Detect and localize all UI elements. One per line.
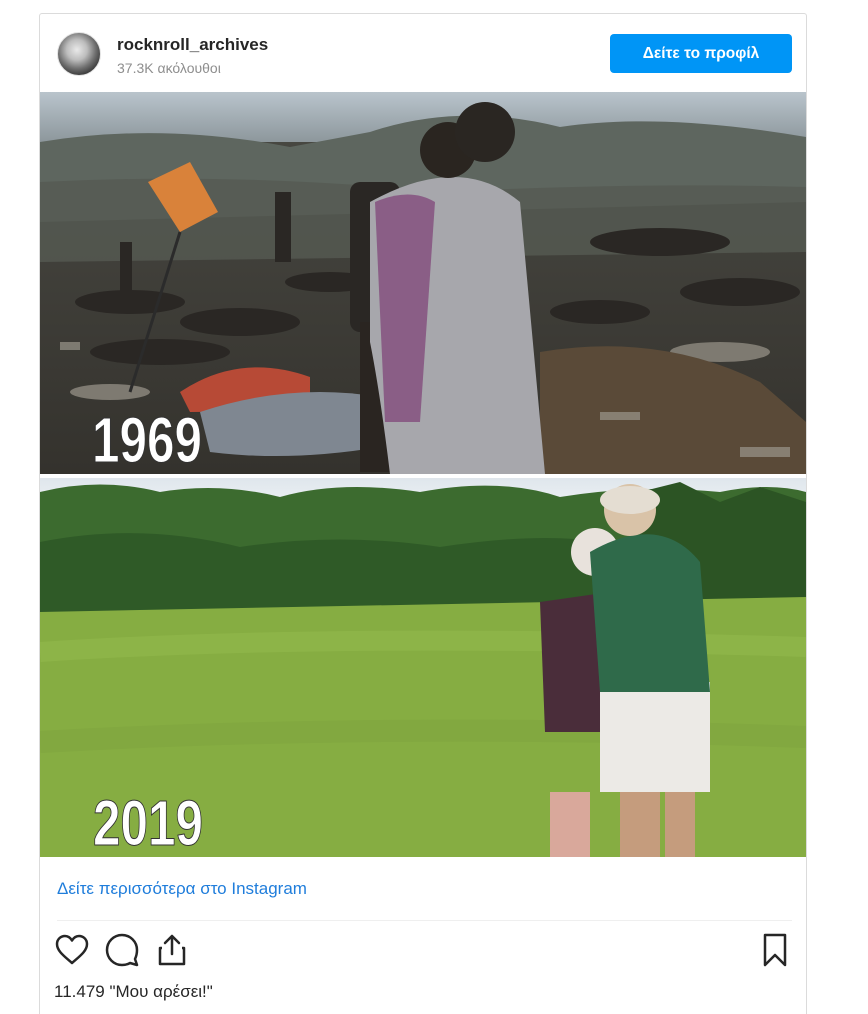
year-label-2019: 2019: [93, 787, 203, 857]
divider: [57, 920, 792, 921]
post-photo[interactable]: 1969 2019: [40, 92, 806, 857]
heart-icon[interactable]: [54, 932, 90, 968]
bookmark-icon[interactable]: [757, 932, 793, 968]
view-profile-button[interactable]: Δείτε το προφίλ: [610, 34, 792, 73]
post-header: rocknroll_archives 37.3K ακόλουθοι Δείτε…: [40, 14, 806, 92]
view-more-on-instagram-link[interactable]: Δείτε περισσότερα στο Instagram: [57, 879, 307, 899]
follower-count: 37.3K ακόλουθοι: [117, 60, 221, 76]
avatar[interactable]: [57, 32, 101, 76]
instagram-embed-card: rocknroll_archives 37.3K ακόλουθοι Δείτε…: [39, 13, 807, 1014]
comment-icon[interactable]: [104, 932, 140, 968]
year-label-1969: 1969: [92, 404, 202, 476]
username[interactable]: rocknroll_archives: [117, 35, 268, 55]
share-icon[interactable]: [154, 932, 190, 968]
like-count[interactable]: 11.479 "Μου αρέσει!": [54, 982, 213, 1002]
